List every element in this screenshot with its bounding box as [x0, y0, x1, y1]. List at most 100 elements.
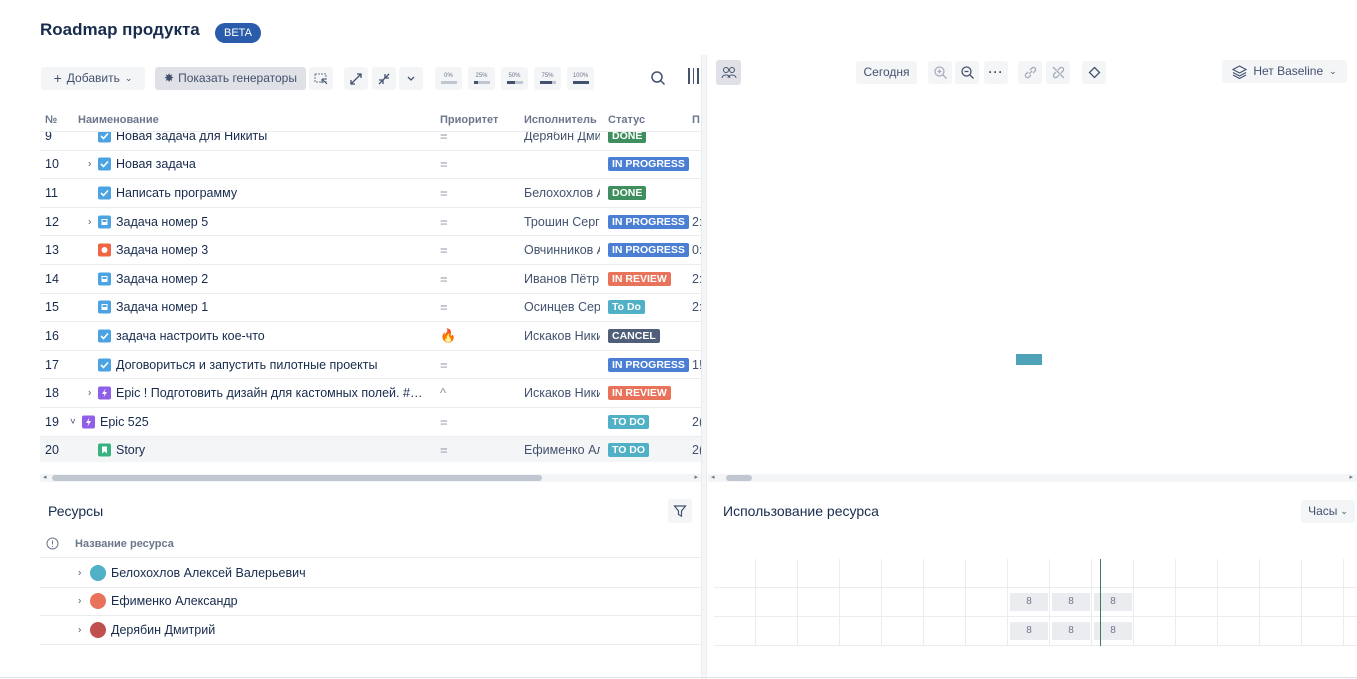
scroll-left-icon[interactable]: ◂: [43, 473, 47, 481]
priority-icon[interactable]: =: [440, 157, 448, 172]
resource-row[interactable]: › Дерябин Дмитрий: [40, 616, 701, 645]
task-name[interactable]: Задача номер 2: [116, 272, 208, 286]
table-row[interactable]: 17 Договориться и запустить пилотные прое…: [40, 351, 701, 380]
gantt-scroll-thumb[interactable]: [726, 475, 752, 481]
task-name[interactable]: Epic ! Подготовить дизайн для кастомных …: [116, 386, 428, 400]
status-badge[interactable]: IN PROGRESS: [608, 157, 689, 172]
status-badge[interactable]: IN PROGRESS: [608, 357, 689, 372]
status-badge[interactable]: TO DO: [608, 443, 650, 458]
table-row[interactable]: 12 › Задача номер 5 = Трошин Серге IN PROGRES…: [40, 208, 701, 237]
table-row[interactable]: 11 Написать программу = Белохохлов А DONE: [40, 179, 701, 208]
priority-icon[interactable]: =: [440, 185, 448, 200]
task-name[interactable]: Написать программу: [116, 186, 237, 200]
columns-icon[interactable]: [688, 68, 700, 86]
col-status[interactable]: Статус: [608, 114, 645, 126]
assignee[interactable]: Трошин Серге: [524, 215, 600, 229]
expand-chevron-icon[interactable]: ›: [78, 567, 81, 578]
expand-chevron-icon[interactable]: ›: [88, 388, 91, 399]
assignee[interactable]: Искаков Ники: [524, 386, 600, 400]
table-row[interactable]: 19 ˅ Epic 525 = TO DO 2(: [40, 408, 701, 437]
show-generators-button[interactable]: ✸ Показать генераторы: [155, 67, 306, 90]
zoom-in-icon[interactable]: [928, 61, 952, 84]
expand-icon[interactable]: [344, 67, 368, 90]
table-row[interactable]: 13 Задача номер 3 = Овчинников А IN PROGRESS…: [40, 236, 701, 265]
gantt-task-bar[interactable]: [1016, 354, 1042, 365]
progress-preset-button[interactable]: 100%: [567, 67, 594, 90]
scroll-right-icon[interactable]: ▸: [694, 473, 698, 481]
progress-preset-button[interactable]: 0%: [435, 67, 462, 90]
split-handle[interactable]: [701, 55, 707, 679]
priority-icon[interactable]: =: [440, 357, 448, 372]
expand-chevron-icon[interactable]: ›: [78, 596, 81, 607]
progress-preset-button[interactable]: 25%: [468, 67, 495, 90]
scroll-right-icon[interactable]: ▸: [1349, 473, 1353, 481]
zoom-out-icon[interactable]: [955, 61, 979, 84]
status-badge[interactable]: IN PROGRESS: [608, 243, 689, 258]
usage-hours[interactable]: 8: [1052, 593, 1090, 611]
chevron-down-icon[interactable]: [399, 67, 423, 90]
priority-icon[interactable]: 🔥: [440, 328, 456, 344]
task-name[interactable]: Story: [116, 443, 145, 457]
task-name[interactable]: Задача номер 1: [116, 300, 208, 314]
table-row[interactable]: 14 Задача номер 2 = Иванов Пётр IN REVIEW 2:: [40, 265, 701, 294]
status-badge[interactable]: IN REVIEW: [608, 386, 671, 401]
expand-chevron-icon[interactable]: ›: [88, 159, 91, 170]
expand-chevron-icon[interactable]: ›: [88, 216, 91, 227]
add-button[interactable]: + Добавить ⌄: [41, 67, 145, 90]
priority-icon[interactable]: =: [440, 243, 448, 258]
gantt-scrollbar[interactable]: ◂ ▸: [708, 474, 1357, 482]
resource-row[interactable]: › Белохохлов Алексей Валерьевич: [40, 559, 701, 588]
priority-icon[interactable]: ^: [440, 386, 446, 401]
col-priority[interactable]: Приоритет: [440, 114, 498, 126]
resource-name[interactable]: Дерябин Дмитрий: [111, 623, 215, 637]
assignee[interactable]: Овчинников А: [524, 243, 600, 257]
priority-icon[interactable]: =: [440, 443, 448, 458]
select-area-icon[interactable]: [309, 67, 333, 90]
unit-select[interactable]: Часы ⌄: [1301, 500, 1355, 523]
milestone-icon[interactable]: [1082, 61, 1106, 84]
assignee[interactable]: Белохохлов А: [524, 186, 600, 200]
table-row[interactable]: 10 › Новая задача = IN PROGRESS: [40, 151, 701, 180]
progress-preset-button[interactable]: 50%: [501, 67, 528, 90]
resource-name-column[interactable]: Название ресурса: [75, 538, 174, 550]
resource-name[interactable]: Ефименко Александр: [111, 594, 238, 608]
grid-scrollbar[interactable]: ◂ ▸: [40, 474, 701, 482]
grid-scroll-thumb[interactable]: [52, 475, 542, 481]
col-name[interactable]: Наименование: [78, 114, 159, 126]
priority-icon[interactable]: =: [440, 300, 448, 315]
more-icon[interactable]: ···: [984, 61, 1008, 84]
priority-icon[interactable]: =: [440, 414, 448, 429]
assignee[interactable]: Иванов Пётр: [524, 272, 600, 286]
link-icon[interactable]: [1018, 61, 1042, 84]
today-button[interactable]: Сегодня: [856, 61, 917, 84]
search-icon[interactable]: [650, 70, 666, 91]
resource-row[interactable]: › Ефименко Александр: [40, 588, 701, 616]
unlink-icon[interactable]: [1046, 61, 1070, 84]
priority-icon[interactable]: =: [440, 271, 448, 286]
scroll-left-icon[interactable]: ◂: [711, 473, 715, 481]
table-row[interactable]: 20 Story = Ефименко Ал TO DO 2(: [40, 436, 701, 462]
status-badge[interactable]: DONE: [608, 185, 647, 200]
col-extra[interactable]: П: [692, 114, 700, 126]
collapse-icon[interactable]: [372, 67, 396, 90]
priority-icon[interactable]: =: [440, 214, 448, 229]
progress-preset-button[interactable]: 75%: [534, 67, 561, 90]
task-name[interactable]: Договориться и запустить пилотные проект…: [116, 358, 377, 372]
baseline-select[interactable]: Нет Baseline ⌄: [1222, 60, 1347, 83]
expand-chevron-icon[interactable]: ›: [78, 624, 81, 635]
status-badge[interactable]: IN REVIEW: [608, 271, 671, 286]
task-name[interactable]: задача настроить кое-что: [116, 329, 265, 343]
assignee[interactable]: Искаков Ники: [524, 329, 600, 343]
task-name[interactable]: Новая задача: [116, 157, 196, 171]
table-row[interactable]: 16 задача настроить кое-что 🔥 Искаков Ники C…: [40, 322, 701, 351]
status-badge[interactable]: To Do: [608, 300, 645, 315]
usage-hours[interactable]: 8: [1010, 622, 1048, 640]
task-name[interactable]: Задача номер 5: [116, 215, 208, 229]
usage-hours[interactable]: 8: [1052, 622, 1090, 640]
assignee[interactable]: Осинцев Серг: [524, 300, 600, 314]
status-badge[interactable]: CANCEL: [608, 328, 660, 343]
expand-chevron-icon[interactable]: ˅: [70, 416, 76, 427]
col-assignee[interactable]: Исполнитель: [524, 114, 604, 126]
resources-toggle-button[interactable]: [716, 60, 741, 85]
col-num[interactable]: №: [45, 114, 57, 126]
